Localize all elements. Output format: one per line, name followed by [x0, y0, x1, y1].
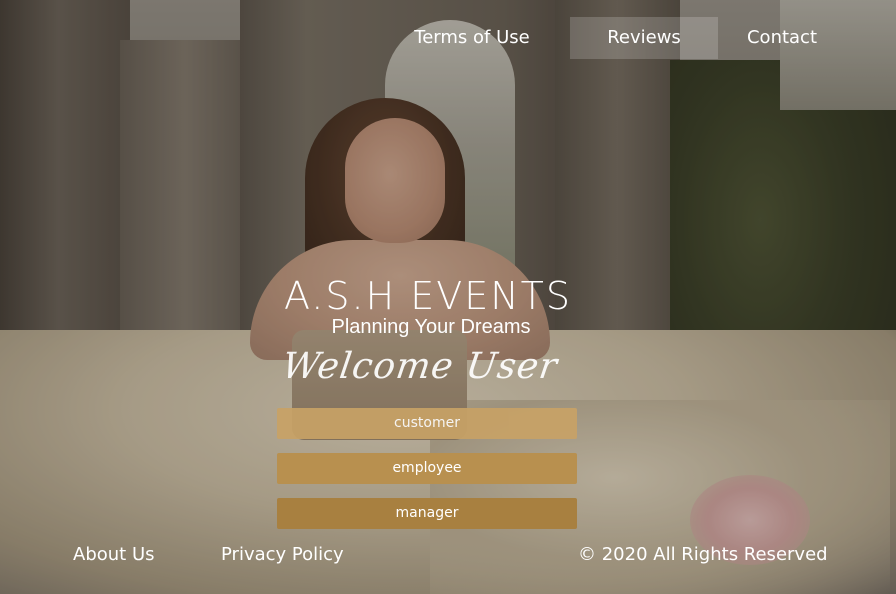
- manager-button[interactable]: manager: [277, 498, 577, 529]
- nav-link-reviews[interactable]: Reviews: [570, 17, 718, 59]
- customer-button[interactable]: customer: [277, 408, 577, 439]
- nav-link-terms-of-use[interactable]: Terms of Use: [402, 17, 542, 59]
- footer-copyright: © 2020 All Rights Reserved: [578, 544, 828, 565]
- welcome-heading: Welcome User: [279, 346, 561, 387]
- employee-button[interactable]: employee: [277, 453, 577, 484]
- page: Terms of Use Reviews Contact A.S.H EVENT…: [0, 0, 896, 594]
- footer-link-privacy-policy[interactable]: Privacy Policy: [221, 544, 344, 565]
- top-nav: Terms of Use Reviews Contact: [0, 17, 896, 59]
- footer-link-about-us[interactable]: About Us: [73, 544, 155, 565]
- brand-tagline: Planning Your Dreams: [331, 316, 531, 338]
- brand-title: A.S.H EVENTS: [283, 274, 573, 318]
- nav-link-contact[interactable]: Contact: [734, 17, 830, 59]
